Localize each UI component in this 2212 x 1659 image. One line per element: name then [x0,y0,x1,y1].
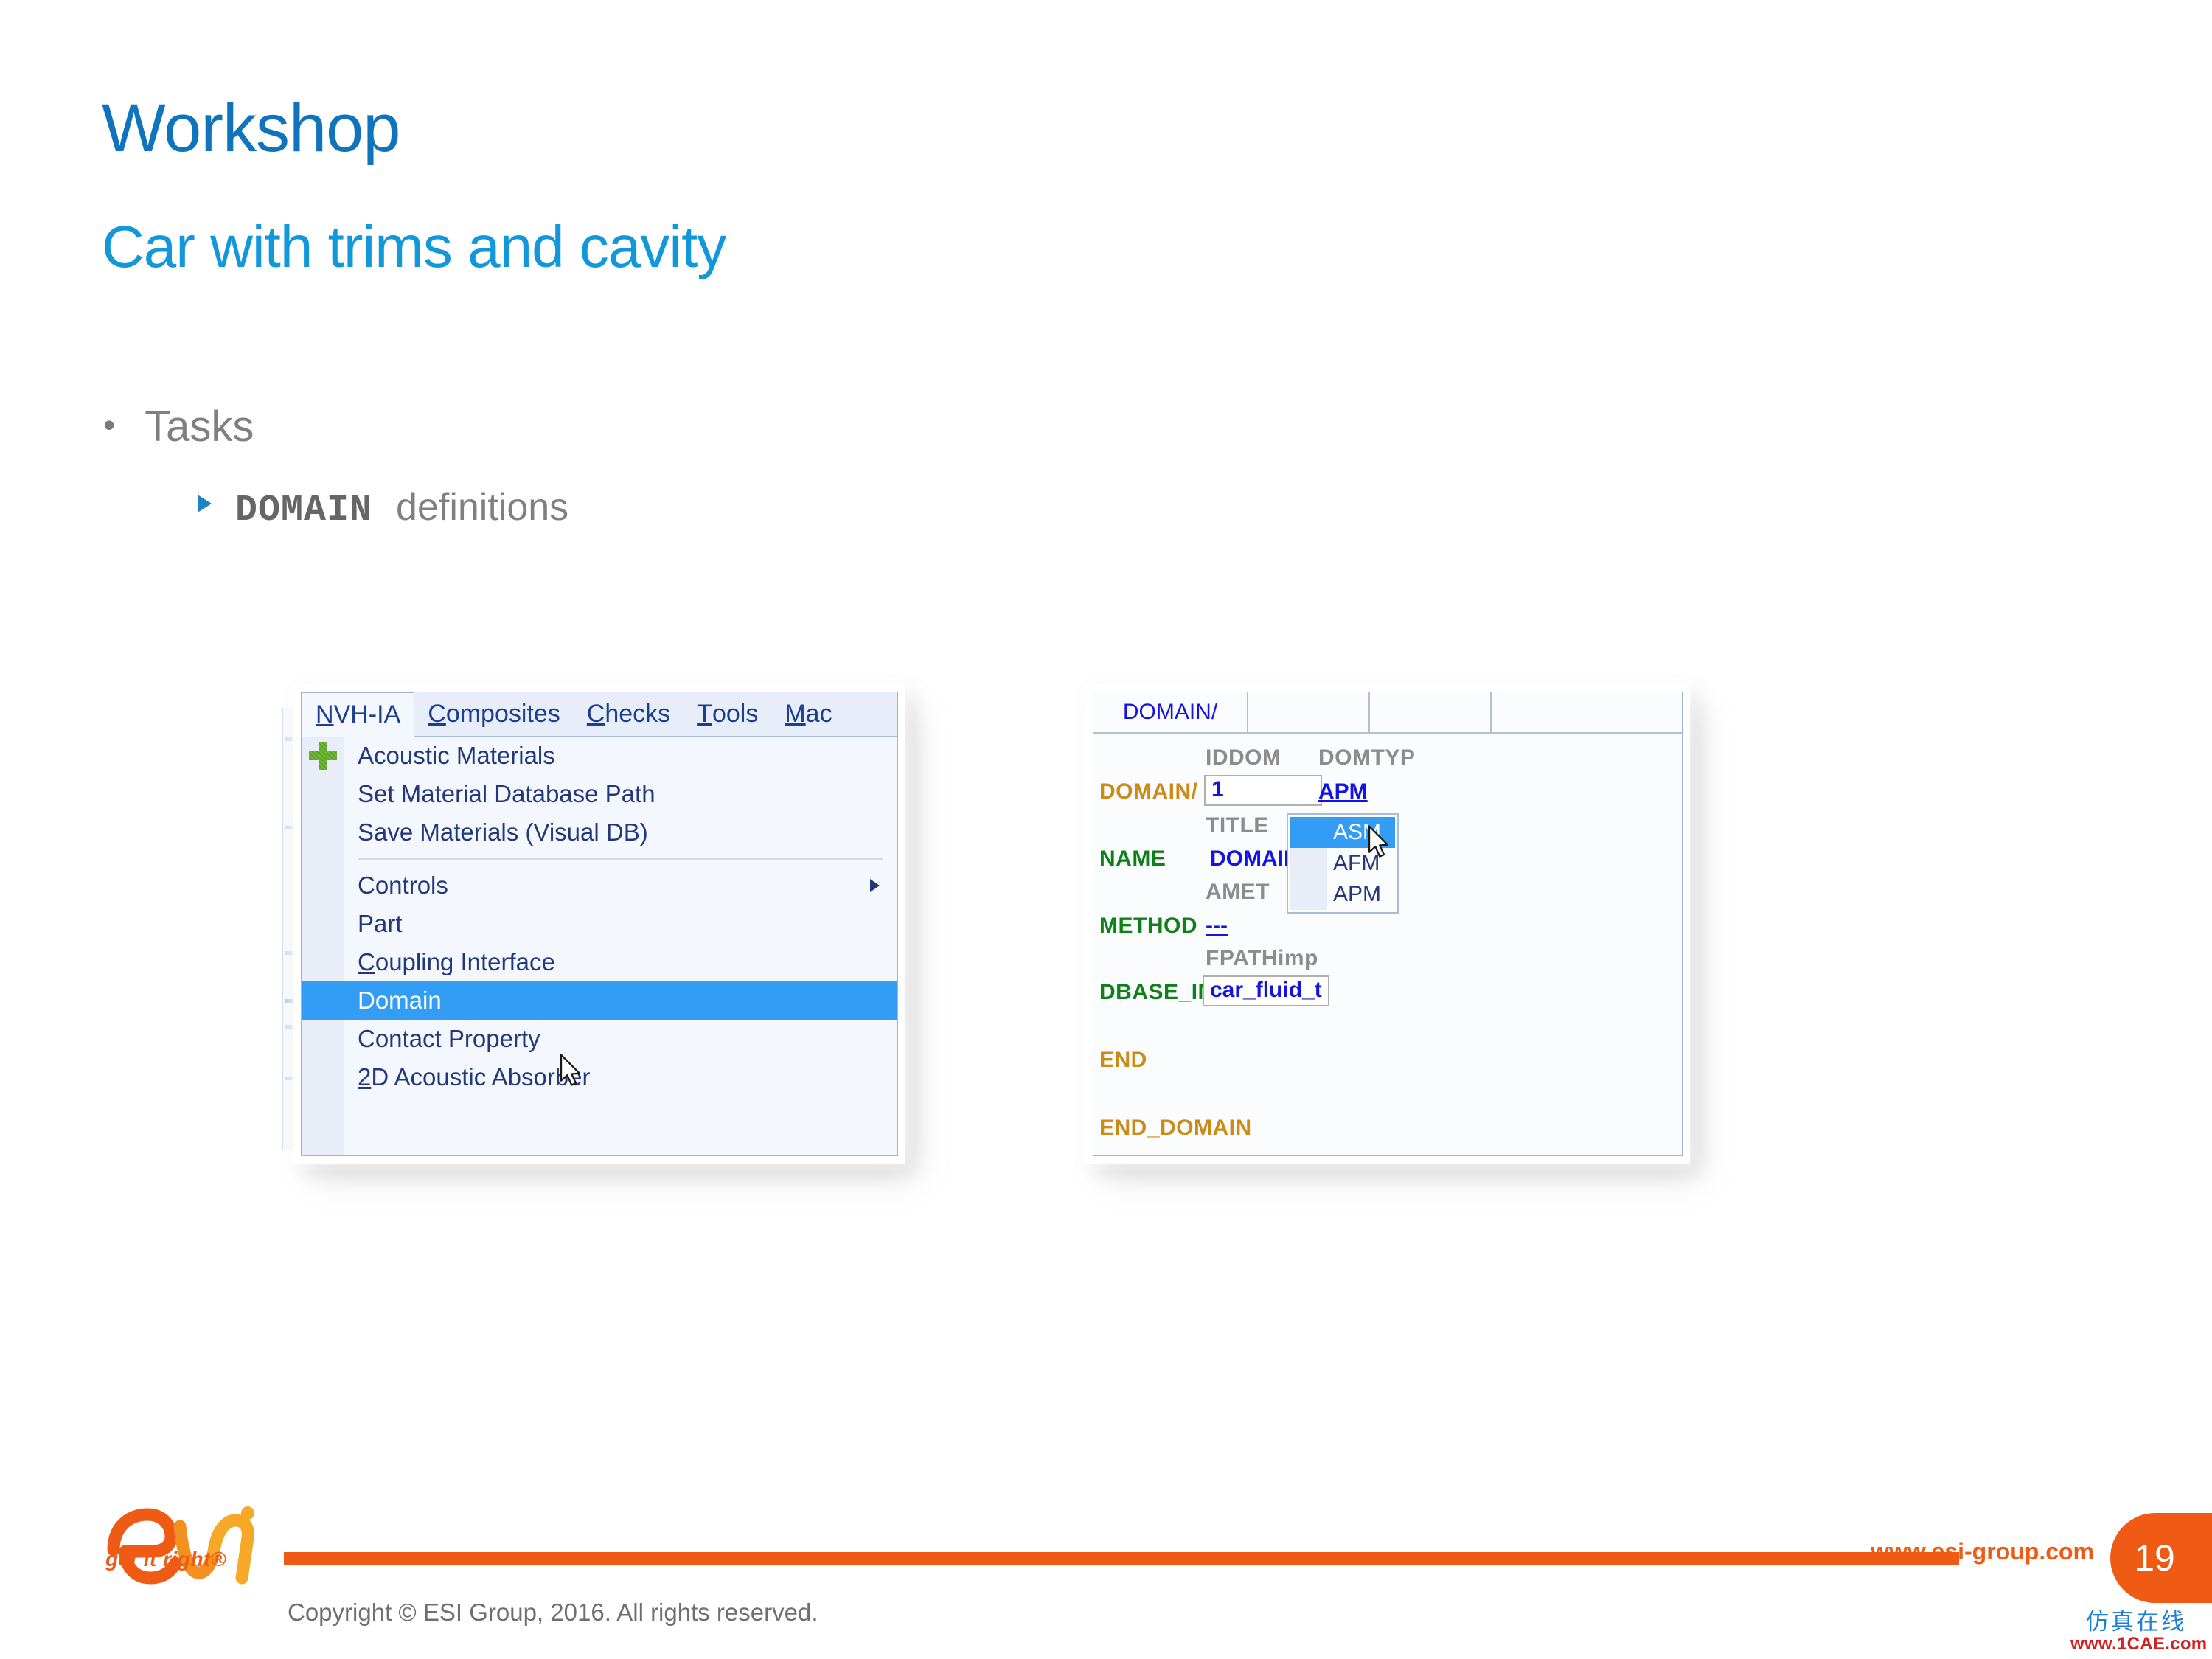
row-label-domain: DOMAIN/ [1099,779,1198,804]
dropdown-option-afm[interactable]: AFM [1290,848,1395,879]
menu-item-save-materials[interactable]: Save Materials (Visual DB) [302,813,897,852]
dbase-impedance-input[interactable]: car_fluid_t [1203,975,1329,1006]
menu-tab-tools[interactable]: Tools [684,692,771,736]
chevron-right-icon [870,879,880,892]
menu-item-set-material-database-path[interactable]: Set Material Database Path [302,775,897,813]
dropdown-option-apm[interactable]: APM [1290,879,1395,910]
menu-bar: N VH-IA Composites Checks Tools Mac [302,692,897,737]
menu-item-label: Set Material Database Path [358,780,655,807]
page-number-badge: 19 [2110,1513,2212,1603]
copyright-text: Copyright © ESI Group, 2016. All rights … [288,1599,818,1626]
menu-tab-nvh-ia-label-rest: VH-IA [333,700,401,728]
watermark-line-1: 仿真在线 [2086,1609,2186,1636]
footer-accent-bar [284,1552,1959,1565]
page-subtitle: Car with trims and cavity [102,214,726,279]
domain-form-body: IDDOM DOMTYP DOMAIN/ 1 APM TITLE NAME DO… [1093,734,1682,1154]
domain-tab-row: DOMAIN/ [1093,692,1682,734]
bullet-level-1: • Tasks [103,402,254,451]
bullet-level-2: DOMAIN definitions [198,485,568,532]
domain-tab-cell-0[interactable]: DOMAIN/ [1093,692,1248,732]
domain-editor-screenshot: DOMAIN/ IDDOM DOMTYP DOMAIN/ 1 APM TITLE… [1093,692,1683,1156]
menu-item-2d-acoustic-absorber[interactable]: 2D Acoustic Absorber [302,1058,897,1096]
menu-item-label: Domain [358,987,442,1014]
domain-keyword: DOMAIN [235,490,373,532]
method-value[interactable]: --- [1206,915,1228,937]
row-label-method: METHOD [1099,914,1197,938]
domain-tab-cell-2[interactable] [1370,692,1492,732]
menu-item-contact-property[interactable]: Contact Property [302,1020,897,1058]
bullet-dot-icon: • [103,406,116,444]
row-label-end-domain: END_DOMAIN [1099,1116,1252,1140]
menu-tab-checks[interactable]: Checks [574,692,684,736]
menu-tab-nvh-ia[interactable]: N VH-IA [302,692,415,737]
iddom-input[interactable]: 1 [1204,775,1322,806]
menu-item-acoustic-materials[interactable]: Acoustic Materials [302,737,897,775]
menu-tab-composites[interactable]: Composites [414,692,574,736]
menu-dropdown-panel: Acoustic Materials Set Material Database… [302,737,897,1155]
menu-item-label: Acoustic Materials [358,742,555,769]
menu-item-coupling-interface[interactable]: Coupling Interface [302,943,897,981]
domtyp-dropdown[interactable]: ASM AFM APM [1287,813,1399,914]
nvh-ia-menu-screenshot: N VH-IA Composites Checks Tools Mac Acous… [301,692,898,1156]
dropdown-option-asm[interactable]: ASM [1290,817,1395,848]
menu-item-label: Save Materials (Visual DB) [358,818,648,846]
menu-item-controls[interactable]: Controls [302,866,897,905]
footer-url[interactable]: www.esi-group.com [1871,1538,2094,1565]
domain-tab-cell-1[interactable] [1248,692,1370,732]
menu-separator [302,852,897,866]
watermark-line-2: www.1CAE.com [2070,1633,2208,1654]
watermark: 仿真在线 www.1CAE.com [2070,1609,2208,1654]
menu-item-part[interactable]: Part [302,905,897,943]
field-header-amet: AMET [1206,880,1270,904]
green-plus-icon [309,742,337,770]
row-label-end: END [1099,1048,1147,1072]
row-label-name: NAME [1099,846,1166,871]
page-title: Workshop [102,91,400,166]
menu-tab-macros[interactable]: Mac [771,692,845,736]
field-header-domtyp: DOMTYP [1318,745,1416,770]
bullet-level-1-label: Tasks [145,403,254,451]
menu-item-label: Part [358,910,403,937]
esi-logo-tagline: get it right® [105,1548,226,1571]
menu-item-label: Contact Property [358,1025,540,1052]
menu-item-label: Controls [358,872,448,899]
domtyp-link[interactable]: APM [1318,781,1368,803]
menu-item-domain[interactable]: Domain [302,981,897,1020]
triangle-marker-icon [198,495,212,512]
domain-tab-cell-3[interactable] [1492,692,1602,732]
field-header-iddom: IDDOM [1206,745,1281,770]
bullet-level-2-label: definitions [396,486,569,529]
field-header-title: TITLE [1206,813,1269,838]
field-header-fpathimp: FPATHimp [1206,946,1318,970]
